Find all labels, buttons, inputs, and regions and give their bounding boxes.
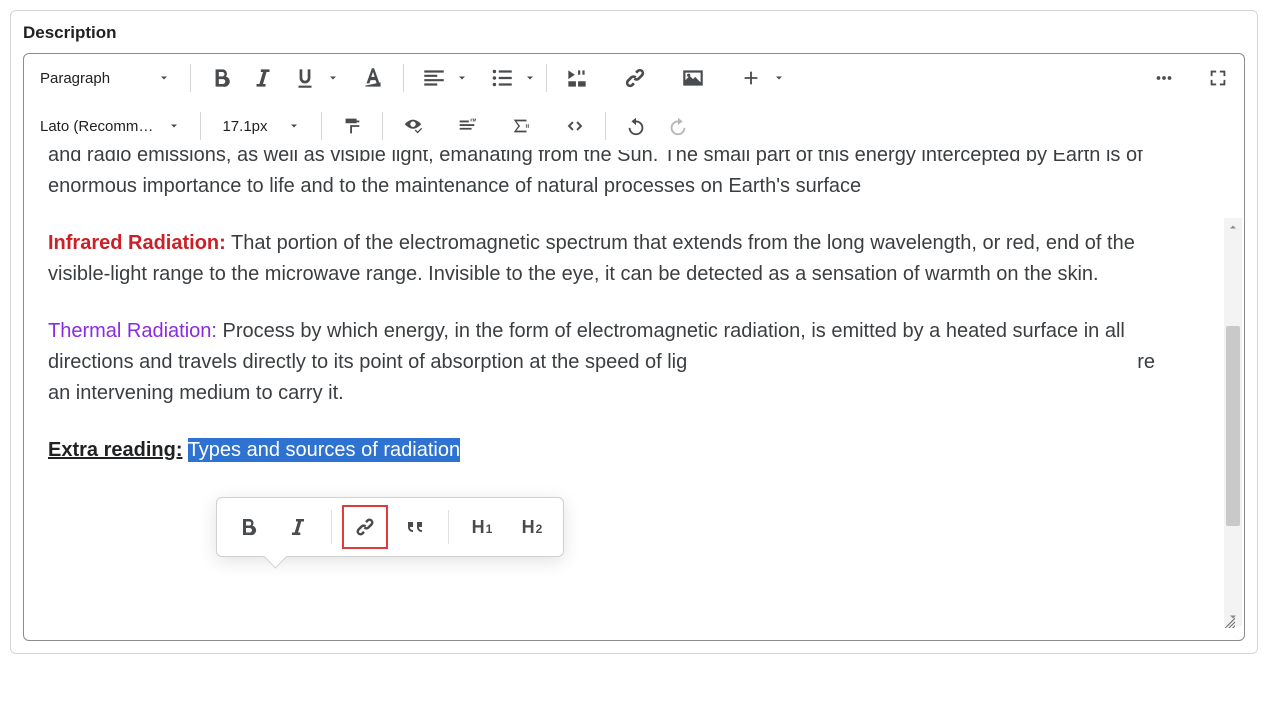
separator (200, 112, 201, 140)
scroll-thumb[interactable] (1226, 326, 1240, 526)
h2-label: H2 (522, 517, 543, 538)
list-group (482, 60, 536, 96)
insert-more-button[interactable] (731, 60, 771, 96)
italic-icon (286, 515, 310, 539)
toolbar-row-1: Paragraph (24, 54, 1244, 102)
float-italic-button[interactable] (275, 505, 321, 549)
ellipsis-icon (1153, 67, 1175, 89)
paragraph-infrared: Infrared Radiation: That portion of the … (48, 228, 1168, 290)
code-icon (564, 115, 586, 137)
separator (403, 64, 404, 92)
insert-stuff-button[interactable] (557, 60, 597, 96)
redo-button[interactable] (658, 108, 698, 144)
insert-stuff-icon (564, 65, 590, 91)
link-icon (353, 515, 377, 539)
format-painter-button[interactable] (332, 108, 372, 144)
separator (382, 112, 383, 140)
chevron-down-icon (158, 72, 170, 84)
accessibility-checker-button[interactable] (393, 108, 433, 144)
bold-button[interactable] (201, 60, 241, 96)
list-button[interactable] (482, 60, 522, 96)
chevron-down-icon (773, 72, 785, 84)
underline-icon (292, 65, 318, 91)
thermal-label: Thermal Radiation: (48, 320, 217, 342)
image-icon (680, 65, 706, 91)
font-color-icon (360, 65, 386, 91)
fullscreen-icon (1207, 67, 1229, 89)
block-format-label: Paragraph (40, 70, 110, 87)
float-bold-button[interactable] (225, 505, 271, 549)
quote-icon (403, 515, 427, 539)
font-family-select[interactable]: Lato (Recomm… (30, 108, 190, 144)
separator (546, 64, 547, 92)
inline-format-toolbar: H1 H2 (216, 497, 564, 557)
source-code-button[interactable] (555, 108, 595, 144)
resize-handle[interactable] (1220, 613, 1238, 636)
link-icon (622, 65, 648, 91)
separator (190, 64, 191, 92)
block-format-select[interactable]: Paragraph (30, 60, 180, 96)
underline-button[interactable] (285, 60, 325, 96)
caret-up-icon (1227, 221, 1239, 233)
content-body: and radio emissions, as well as visible … (48, 150, 1168, 466)
scroll-track[interactable] (1224, 236, 1242, 608)
float-link-button[interactable] (342, 505, 388, 549)
undo-icon (625, 115, 647, 137)
chevron-down-icon (456, 72, 468, 84)
chevron-down-icon (168, 120, 180, 132)
separator (448, 510, 449, 544)
extra-reading-label: Extra reading: (48, 439, 182, 461)
infrared-label: Infrared Radiation: (48, 232, 226, 254)
float-quote-button[interactable] (392, 505, 438, 549)
equation-icon (510, 115, 532, 137)
word-count-button[interactable] (447, 108, 487, 144)
separator (321, 112, 322, 140)
description-label: Description (23, 23, 1245, 43)
insert-more-group (731, 60, 785, 96)
align-left-icon (421, 65, 447, 91)
italic-button[interactable] (243, 60, 283, 96)
vertical-scrollbar[interactable] (1224, 218, 1242, 626)
word-count-icon (456, 115, 478, 137)
equation-editor-button[interactable] (501, 108, 541, 144)
editor-content[interactable]: and radio emissions, as well as visible … (24, 150, 1244, 640)
plus-icon (740, 67, 762, 89)
h1-label: H1 (472, 517, 493, 538)
chevron-down-icon (288, 120, 300, 132)
resize-grip-icon (1220, 613, 1238, 631)
rich-text-editor: Paragraph (23, 53, 1245, 641)
insert-image-button[interactable] (673, 60, 713, 96)
italic-icon (250, 65, 276, 91)
underline-group (285, 60, 339, 96)
font-family-label: Lato (Recomm… (40, 118, 156, 135)
separator (605, 112, 606, 140)
selected-text[interactable]: Types and sources of radiation (188, 438, 460, 462)
undo-button[interactable] (616, 108, 656, 144)
redo-icon (667, 115, 689, 137)
chevron-down-icon (524, 72, 536, 84)
chevron-down-icon (327, 72, 339, 84)
separator (331, 510, 332, 544)
bullet-list-icon (489, 65, 515, 91)
bold-icon (236, 515, 260, 539)
toolbar-row-2: Lato (Recomm… 17.1px (24, 102, 1244, 150)
paint-roller-icon (341, 115, 363, 137)
scroll-up-button[interactable] (1224, 218, 1242, 236)
align-group (414, 60, 468, 96)
eye-check-icon (402, 115, 424, 137)
fullscreen-button[interactable] (1198, 60, 1238, 96)
align-button[interactable] (414, 60, 454, 96)
paragraph-thermal: Thermal Radiation: Process by which ener… (48, 316, 1168, 409)
font-size-label: 17.1px (222, 118, 267, 135)
bold-icon (208, 65, 234, 91)
float-h1-button[interactable]: H1 (459, 505, 505, 549)
paragraph-solar: and radio emissions, as well as visible … (48, 150, 1168, 202)
insert-link-button[interactable] (615, 60, 655, 96)
more-actions-button[interactable] (1144, 60, 1184, 96)
font-size-select[interactable]: 17.1px (211, 108, 311, 144)
paragraph-extra-reading: Extra reading: Types and sources of radi… (48, 435, 1168, 466)
description-field-container: Description Paragraph (10, 10, 1258, 654)
text-color-button[interactable] (353, 60, 393, 96)
float-h2-button[interactable]: H2 (509, 505, 555, 549)
